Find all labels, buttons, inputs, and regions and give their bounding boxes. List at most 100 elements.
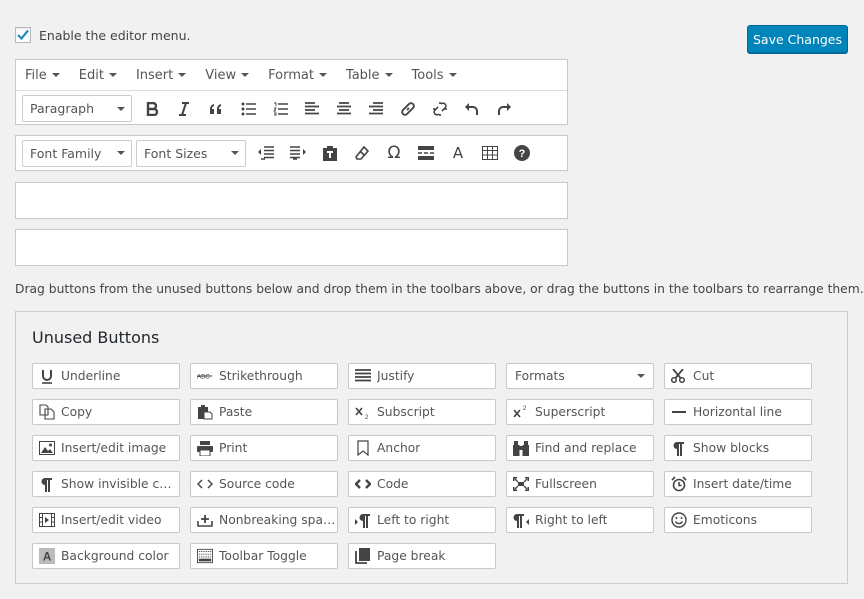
source-code-icon [197,476,213,492]
font-family-value: Font Family [30,145,102,161]
caret-down-icon [51,73,60,77]
unused-button-label: Insert/edit image [61,441,167,455]
menu-file[interactable]: File [25,68,60,83]
unused-button-label: Show invisible chara... [61,477,179,491]
outdent-icon[interactable] [250,139,282,167]
unused-button-formats[interactable]: Formats [506,363,654,389]
help-icon[interactable]: ? [506,139,538,167]
menu-edit[interactable]: Edit [79,68,117,83]
menu-view-label: View [205,67,237,83]
unused-button-copy[interactable]: Copy [32,399,180,425]
unused-button-paste[interactable]: Paste [190,399,338,425]
editor-toolbar-1: File Edit Insert View Format Table Tools… [15,59,568,125]
unused-button-underline[interactable]: Underline [32,363,180,389]
pilcrow-icon [671,440,687,456]
special-character-icon[interactable]: Ω [378,139,410,167]
editor-toolbar-2: Font Family Font Sizes Ω A ? [15,135,568,171]
superscript-icon: 2 [513,404,529,420]
unused-button-label: Find and replace [535,441,637,455]
unlink-icon[interactable] [424,95,456,123]
paragraph-format-select[interactable]: Paragraph [22,95,132,122]
unused-button-fullscreen[interactable]: Fullscreen [506,471,654,497]
paste-icon [197,404,213,420]
numbered-list-icon[interactable] [264,95,296,123]
unused-buttons-title: Unused Buttons [32,328,160,347]
menu-insert-label: Insert [135,67,174,83]
align-center-icon[interactable] [328,95,360,123]
link-icon[interactable] [392,95,424,123]
keyboard-icon [197,548,213,564]
unused-button-cut[interactable]: Cut [664,363,812,389]
menu-table[interactable]: Table [346,68,393,83]
unused-button-label: Source code [219,477,295,491]
font-size-select[interactable]: Font Sizes [136,139,246,167]
svg-text:2: 2 [365,415,369,419]
unused-button-justify[interactable]: Justify [348,363,496,389]
unused-button-label: Paste [219,405,253,419]
clear-formatting-icon[interactable] [346,139,378,167]
save-changes-button[interactable]: Save Changes [747,25,848,53]
unused-button-superscript[interactable]: 2 Superscript [506,399,654,425]
text-color-icon[interactable]: A [442,139,474,167]
menu-view[interactable]: View [205,67,250,83]
read-more-icon[interactable] [410,139,442,167]
align-left-icon[interactable] [296,95,328,123]
bold-icon[interactable] [136,95,168,123]
unused-button-background-color[interactable]: A Background color [32,543,180,569]
pilcrow-icon [39,476,55,492]
unused-button-nonbreaking-space[interactable]: Nonbreaking space [190,507,338,533]
empty-toolbar-3[interactable] [15,182,568,219]
menu-tools[interactable]: Tools [412,68,457,83]
svg-text:2: 2 [523,406,527,412]
unused-button-label: Code [377,477,409,491]
menu-format[interactable]: Format [268,68,327,83]
unused-button-insert-edit-video[interactable]: Insert/edit video [32,507,180,533]
indent-icon[interactable] [282,139,314,167]
image-icon [39,440,55,456]
unused-button-label: Underline [61,369,121,383]
unused-button-toolbar-toggle[interactable]: Toolbar Toggle [190,543,338,569]
enable-editor-menu-label[interactable]: Enable the editor menu. [39,28,190,43]
unused-button-label: Formats [515,369,565,383]
alarm-clock-icon [671,476,687,492]
blockquote-icon[interactable] [200,95,232,123]
unused-button-right-to-left[interactable]: Right to left [506,507,654,533]
unused-button-insert-edit-image[interactable]: Insert/edit image [32,435,180,461]
unused-button-horizontal-line[interactable]: Horizontal line [664,399,812,425]
caret-down-icon [231,151,239,155]
menu-tools-label: Tools [411,67,444,83]
italic-icon[interactable] [168,95,200,123]
caret-down-icon [108,73,117,77]
redo-icon[interactable] [488,95,520,123]
unused-button-emoticons[interactable]: Emoticons [664,507,812,533]
undo-icon[interactable] [456,95,488,123]
drag-instructions: Drag buttons from the unused buttons bel… [15,282,864,296]
empty-toolbar-4[interactable] [15,229,568,266]
unused-button-label: Background color [61,549,169,563]
caret-down-icon [637,374,645,378]
unused-button-label: Superscript [535,405,606,419]
unused-button-label: Emoticons [693,513,757,527]
unused-button-find-and-replace[interactable]: Find and replace [506,435,654,461]
unused-button-strikethrough[interactable]: ABC Strikethrough [190,363,338,389]
unused-button-subscript[interactable]: 2 Subscript [348,399,496,425]
unused-button-code[interactable]: Code [348,471,496,497]
unused-button-source-code[interactable]: Source code [190,471,338,497]
paste-text-icon[interactable] [314,139,346,167]
font-family-select[interactable]: Font Family [22,139,132,167]
unused-button-insert-date-time[interactable]: Insert date/time [664,471,812,497]
unused-button-anchor[interactable]: Anchor [348,435,496,461]
unused-button-left-to-right[interactable]: Left to right [348,507,496,533]
svg-text:ABC: ABC [197,374,210,381]
menu-insert[interactable]: Insert [135,67,187,83]
unused-button-page-break[interactable]: Page break [348,543,496,569]
unused-button-show-blocks[interactable]: Show blocks [664,435,812,461]
bullet-list-icon[interactable] [232,95,264,123]
checkmark-icon [17,29,29,41]
table-icon[interactable] [474,139,506,167]
unused-button-show-invisible-chara[interactable]: Show invisible chara... [32,471,180,497]
unused-button-label: Copy [61,405,93,419]
enable-editor-menu-checkbox[interactable] [15,27,31,43]
align-right-icon[interactable] [360,95,392,123]
unused-button-print[interactable]: Print [190,435,338,461]
